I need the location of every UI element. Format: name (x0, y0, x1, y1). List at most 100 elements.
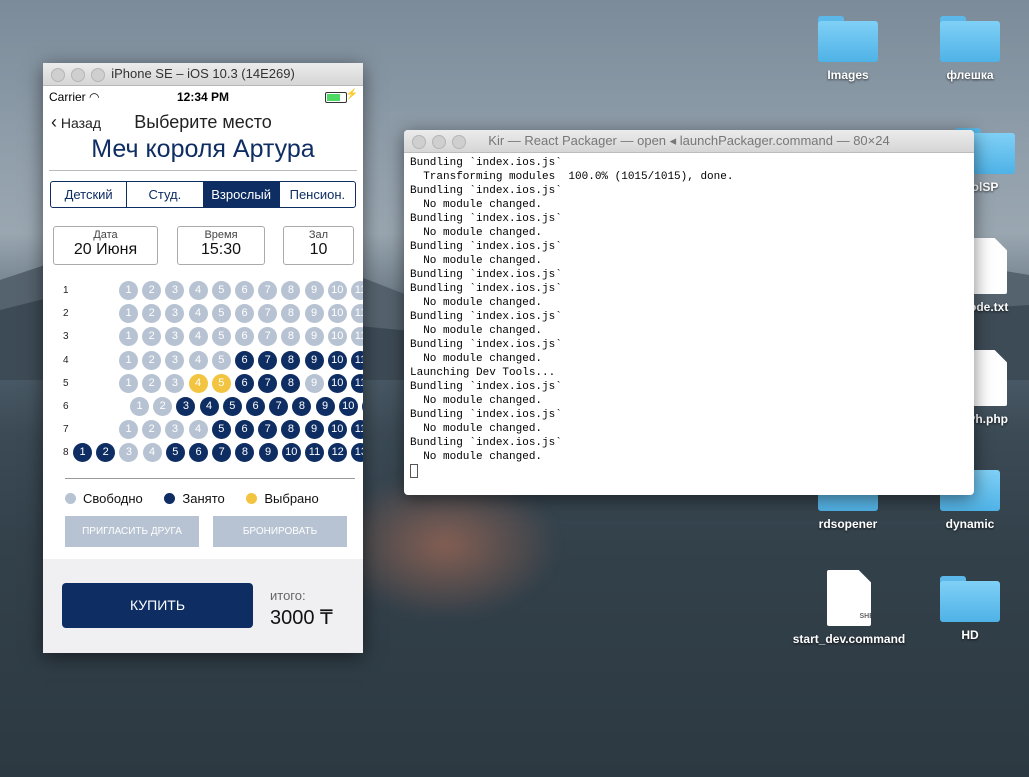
desktop-icon-images[interactable]: Images (793, 16, 903, 82)
ios-simulator-window[interactable]: iPhone SE – iOS 10.3 (14E269) Carrier ◠ … (43, 63, 363, 653)
seat[interactable]: 9 (304, 304, 324, 324)
seat[interactable]: 11 (351, 327, 363, 347)
ticket-type-student[interactable]: Студ. (127, 182, 204, 207)
terminal-titlebar[interactable]: Kir — React Packager — open ◂ launchPack… (404, 130, 974, 153)
seat[interactable]: 4 (188, 373, 208, 393)
seat[interactable]: 2 (96, 443, 116, 463)
seat[interactable]: 5 (222, 397, 242, 416)
seat[interactable]: 7 (258, 420, 278, 440)
seat[interactable]: 1 (119, 327, 138, 347)
seat[interactable]: 9 (304, 327, 324, 347)
desktop-icon-fleshka[interactable]: флешка (915, 16, 1025, 82)
seat[interactable]: 8 (281, 350, 301, 370)
seat[interactable]: 11 (351, 281, 363, 300)
seat[interactable]: 9 (304, 420, 324, 440)
seat[interactable]: 2 (142, 281, 162, 300)
seat[interactable]: 6 (246, 397, 265, 416)
seat[interactable]: 12 (328, 443, 348, 463)
seat[interactable]: 7 (258, 281, 278, 300)
seat[interactable]: 11 (351, 304, 363, 324)
seat[interactable]: 3 (165, 281, 185, 300)
invite-friend-button[interactable]: ПРИГЛАСИТЬ ДРУГА (65, 516, 199, 547)
ticket-type-pensioner[interactable]: Пенсион. (280, 182, 355, 207)
minimize-button[interactable] (71, 68, 85, 82)
seat[interactable]: 8 (235, 443, 255, 463)
seat[interactable]: 2 (142, 304, 162, 324)
seat[interactable]: 6 (189, 443, 208, 463)
seat[interactable]: 2 (142, 327, 162, 347)
seat[interactable]: 5 (165, 443, 185, 463)
seat[interactable]: 5 (211, 373, 231, 393)
seat[interactable]: 3 (165, 327, 185, 347)
terminal-output[interactable]: Bundling `index.ios.js` Transforming mod… (404, 153, 974, 484)
seat[interactable]: 6 (235, 304, 254, 324)
zoom-button[interactable] (91, 68, 105, 82)
seat[interactable]: 3 (119, 443, 139, 463)
seat[interactable]: 1 (119, 281, 138, 300)
seat[interactable]: 1 (130, 397, 149, 416)
book-button[interactable]: БРОНИРОВАТЬ (213, 516, 347, 547)
seat[interactable]: 5 (211, 420, 231, 440)
seat[interactable]: 11 (362, 397, 363, 416)
seat[interactable]: 10 (327, 281, 347, 300)
seat[interactable]: 3 (165, 304, 185, 324)
seat[interactable]: 7 (212, 443, 232, 463)
desktop-icon-start-dev[interactable]: SHELL start_dev.command (790, 570, 908, 646)
close-button[interactable] (412, 135, 426, 149)
seat[interactable]: 10 (327, 350, 347, 370)
seat[interactable]: 7 (258, 327, 278, 347)
seat[interactable]: 11 (305, 443, 324, 463)
seat[interactable]: 3 (165, 350, 185, 370)
seat[interactable]: 3 (165, 373, 185, 393)
seat[interactable]: 9 (304, 350, 324, 370)
seat[interactable]: 1 (119, 304, 138, 324)
seat[interactable]: 2 (142, 373, 162, 393)
ticket-type-child[interactable]: Детский (51, 182, 128, 207)
seat[interactable]: 13 (351, 443, 363, 463)
seat[interactable]: 1 (119, 373, 138, 393)
terminal-window[interactable]: Kir — React Packager — open ◂ launchPack… (404, 130, 974, 495)
seat[interactable]: 11 (351, 373, 363, 393)
seat[interactable]: 4 (199, 397, 219, 416)
seat[interactable]: 9 (258, 443, 278, 463)
seat[interactable]: 9 (304, 281, 324, 300)
seat[interactable]: 6 (235, 327, 254, 347)
buy-button[interactable]: КУПИТЬ (62, 583, 253, 628)
seat[interactable]: 11 (351, 350, 363, 370)
seat[interactable]: 11 (351, 420, 363, 440)
seat[interactable]: 3 (176, 397, 196, 416)
seat[interactable]: 1 (119, 420, 138, 440)
seat[interactable]: 10 (281, 443, 301, 463)
seat[interactable]: 2 (153, 397, 173, 416)
seat[interactable]: 4 (188, 327, 208, 347)
seat[interactable]: 7 (258, 350, 278, 370)
seat[interactable]: 10 (327, 373, 347, 393)
seat[interactable]: 8 (281, 373, 301, 393)
ticket-type-adult[interactable]: Взрослый (203, 182, 280, 207)
seat[interactable]: 8 (281, 281, 301, 300)
seat[interactable]: 10 (327, 420, 347, 440)
seat[interactable]: 4 (142, 443, 162, 463)
seat[interactable]: 10 (327, 327, 347, 347)
seat[interactable]: 1 (73, 443, 92, 463)
seat[interactable]: 8 (281, 304, 301, 324)
seat[interactable]: 4 (188, 281, 208, 300)
seat[interactable]: 5 (211, 327, 231, 347)
seat[interactable]: 2 (142, 420, 162, 440)
seat[interactable]: 7 (269, 397, 289, 416)
seat[interactable]: 5 (211, 350, 231, 370)
seat[interactable]: 8 (281, 327, 301, 347)
seat[interactable]: 10 (338, 397, 358, 416)
seat[interactable]: 6 (235, 373, 254, 393)
zoom-button[interactable] (452, 135, 466, 149)
seat[interactable]: 7 (258, 373, 278, 393)
seat[interactable]: 7 (258, 304, 278, 324)
seat[interactable]: 8 (292, 397, 312, 416)
seat[interactable]: 4 (188, 350, 208, 370)
seat[interactable]: 2 (142, 350, 162, 370)
desktop-icon-hd[interactable]: HD (915, 576, 1025, 642)
seat[interactable]: 6 (235, 350, 254, 370)
seat[interactable]: 4 (188, 304, 208, 324)
seat[interactable]: 9 (315, 397, 335, 416)
simulator-titlebar[interactable]: iPhone SE – iOS 10.3 (14E269) (43, 63, 363, 86)
